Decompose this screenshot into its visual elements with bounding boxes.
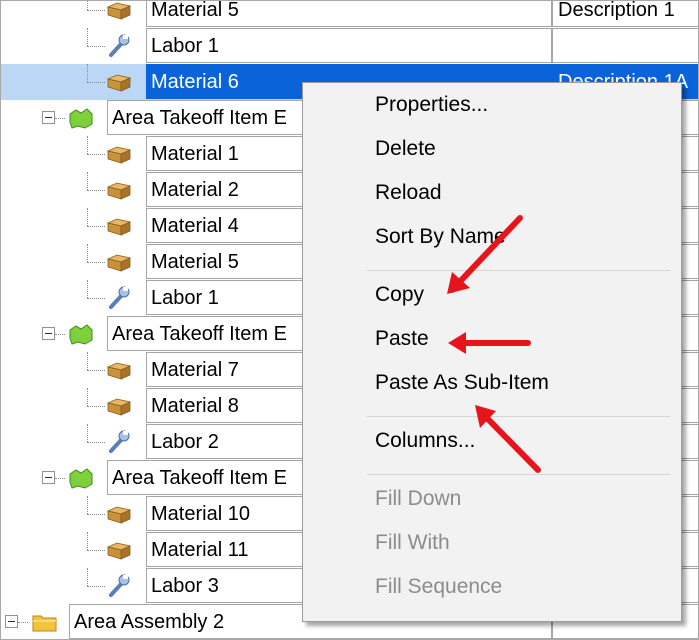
labor-icon — [105, 32, 133, 60]
tree-line — [87, 1, 88, 10]
tree-line — [87, 208, 88, 226]
tree-line — [87, 262, 105, 263]
menu-item-paste[interactable]: Paste — [375, 327, 429, 351]
material-icon-graphic — [106, 362, 132, 380]
tree-line — [87, 586, 105, 587]
labor-icon-graphic — [109, 430, 130, 453]
menu-item-paste-as-sub-item[interactable]: Paste As Sub-Item — [375, 371, 549, 395]
folder-icon — [31, 608, 59, 636]
tree-line — [55, 334, 65, 335]
takeoff-icon-graphic — [69, 468, 93, 489]
labor-icon-graphic — [109, 286, 130, 309]
tree-line — [87, 28, 88, 46]
tree-line — [87, 352, 88, 370]
tree-line — [55, 478, 65, 479]
material-icon-graphic — [106, 254, 132, 272]
material-icon — [105, 500, 133, 528]
material-icon-graphic — [106, 146, 132, 164]
tree-line — [87, 154, 105, 155]
material-icon — [105, 176, 133, 204]
material-icon — [105, 140, 133, 168]
tree-line — [87, 46, 105, 47]
menu-item-fill-sequence: Fill Sequence — [375, 575, 503, 598]
takeoff-icon — [67, 464, 95, 492]
tree-line — [87, 298, 105, 299]
tree-line — [55, 118, 65, 119]
labor-icon — [105, 428, 133, 456]
tree-row-description[interactable]: Description 1 — [552, 1, 698, 27]
tree-row-description[interactable] — [552, 28, 698, 63]
labor-icon-graphic — [109, 574, 130, 597]
material-icon — [105, 248, 133, 276]
material-icon — [105, 356, 133, 384]
tree-line — [87, 514, 105, 515]
takeoff-icon-graphic — [69, 324, 93, 345]
collapse-toggle[interactable] — [5, 615, 18, 628]
material-icon — [105, 1, 133, 24]
menu-item-fill-down: Fill Down — [375, 487, 462, 510]
menu-item-properties[interactable]: Properties... — [375, 93, 488, 117]
material-icon-graphic — [106, 542, 132, 560]
menu-item-sort-by-name[interactable]: Sort By Name — [375, 225, 506, 249]
tree-line — [18, 622, 28, 623]
tree-line — [87, 64, 88, 82]
context-menu: Properties... Delete Reload Sort By Name Cop… — [302, 82, 682, 622]
material-icon — [105, 536, 133, 564]
material-icon-graphic — [106, 398, 132, 416]
tree-line — [87, 406, 105, 407]
tree-line — [87, 82, 105, 83]
tree-line — [87, 190, 105, 191]
tree-line — [87, 136, 88, 154]
collapse-toggle[interactable] — [42, 471, 55, 484]
labor-icon-graphic — [109, 34, 130, 57]
menu-item-delete[interactable]: Delete — [375, 137, 436, 161]
tree-line — [87, 550, 105, 551]
takeoff-icon — [67, 104, 95, 132]
tree-line — [87, 226, 105, 227]
tree-line — [87, 280, 88, 298]
menu-item-reload[interactable]: Reload — [375, 181, 442, 205]
tree-line — [87, 388, 88, 406]
material-icon — [105, 212, 133, 240]
labor-icon — [105, 284, 133, 312]
material-icon — [105, 68, 133, 96]
tree-line — [87, 442, 105, 443]
material-icon-graphic — [106, 182, 132, 200]
menu-item-columns[interactable]: Columns... — [375, 429, 475, 453]
tree-line — [87, 370, 105, 371]
tree-row-name[interactable]: Material 5 — [146, 1, 552, 27]
folder-icon-graphic — [32, 615, 57, 632]
menu-item-copy[interactable]: Copy — [375, 283, 424, 307]
tree-line — [87, 244, 88, 262]
tree-row-name[interactable]: Labor 1 — [146, 28, 552, 63]
tree-line — [87, 10, 105, 11]
menu-separator — [367, 416, 670, 417]
tree-line — [87, 532, 88, 550]
tree-row[interactable]: Labor 1 — [1, 28, 698, 64]
tree-line — [87, 496, 88, 514]
takeoff-icon — [67, 320, 95, 348]
menu-separator — [367, 270, 670, 271]
tree-row[interactable]: Material 5 Description 1 — [1, 1, 698, 28]
material-icon — [105, 392, 133, 420]
tree-line — [87, 424, 88, 442]
labor-icon — [105, 572, 133, 600]
material-icon-graphic — [106, 506, 132, 524]
material-icon-graphic — [106, 218, 132, 236]
collapse-toggle[interactable] — [42, 327, 55, 340]
takeoff-icon-graphic — [69, 108, 93, 129]
menu-separator — [367, 474, 670, 475]
collapse-toggle[interactable] — [42, 111, 55, 124]
menu-item-fill-with: Fill With — [375, 531, 450, 554]
material-icon-graphic — [106, 2, 132, 20]
tree-line — [87, 568, 88, 586]
tree-line — [87, 172, 88, 190]
material-icon-graphic — [106, 74, 132, 92]
